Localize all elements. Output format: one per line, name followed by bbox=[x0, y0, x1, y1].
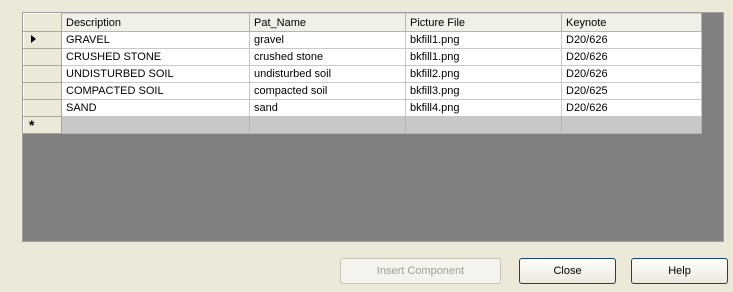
cell-picture-file[interactable]: bkfill2.png bbox=[405, 65, 562, 83]
row-header[interactable] bbox=[23, 99, 62, 117]
cell-picture-file[interactable]: bkfill4.png bbox=[405, 99, 562, 117]
cell-pat-name[interactable]: compacted soil bbox=[249, 82, 406, 100]
table-row[interactable]: GRAVEL gravel bkfill1.png D20/626 bbox=[23, 31, 702, 49]
cell-pat-name[interactable]: undisturbed soil bbox=[249, 65, 406, 83]
cell-picture-file[interactable]: bkfill1.png bbox=[405, 31, 562, 49]
cell-description[interactable]: SAND bbox=[61, 99, 250, 117]
cell-picture-file[interactable]: bkfill3.png bbox=[405, 82, 562, 100]
help-button[interactable]: Help bbox=[631, 258, 728, 284]
cell-pat-name[interactable] bbox=[249, 116, 406, 134]
cell-description[interactable]: COMPACTED SOIL bbox=[61, 82, 250, 100]
row-header[interactable]: * bbox=[23, 116, 62, 134]
cell-description[interactable]: GRAVEL bbox=[61, 31, 250, 49]
table-row[interactable]: COMPACTED SOIL compacted soil bkfill3.pn… bbox=[23, 82, 702, 100]
row-header[interactable] bbox=[23, 31, 62, 49]
cell-keynote[interactable]: D20/626 bbox=[561, 65, 702, 83]
table-row[interactable]: SAND sand bkfill4.png D20/626 bbox=[23, 99, 702, 117]
corner-header[interactable] bbox=[23, 13, 62, 32]
cell-pat-name[interactable]: sand bbox=[249, 99, 406, 117]
header-row: Description Pat_Name Picture File Keynot… bbox=[23, 13, 702, 32]
cell-description[interactable]: CRUSHED STONE bbox=[61, 48, 250, 66]
column-header-description[interactable]: Description bbox=[61, 13, 250, 32]
cell-keynote[interactable]: D20/626 bbox=[561, 31, 702, 49]
column-header-pat-name[interactable]: Pat_Name bbox=[249, 13, 406, 32]
data-grid[interactable]: Description Pat_Name Picture File Keynot… bbox=[22, 12, 724, 242]
cell-keynote[interactable]: D20/625 bbox=[561, 82, 702, 100]
new-row-asterisk-icon: * bbox=[29, 116, 35, 133]
cell-description[interactable] bbox=[61, 116, 250, 134]
new-row[interactable]: * bbox=[23, 116, 702, 134]
cell-keynote[interactable]: D20/626 bbox=[561, 99, 702, 117]
row-header[interactable] bbox=[23, 82, 62, 100]
table-row[interactable]: CRUSHED STONE crushed stone bkfill1.png … bbox=[23, 48, 702, 66]
insert-component-button[interactable]: Insert Component bbox=[340, 258, 501, 284]
cell-picture-file[interactable]: bkfill1.png bbox=[405, 48, 562, 66]
cell-description[interactable]: UNDISTURBED SOIL bbox=[61, 65, 250, 83]
grid-table: Description Pat_Name Picture File Keynot… bbox=[23, 13, 702, 134]
column-header-picture-file[interactable]: Picture File bbox=[405, 13, 562, 32]
current-row-arrow-icon bbox=[31, 35, 36, 43]
row-header[interactable] bbox=[23, 65, 62, 83]
cell-pat-name[interactable]: gravel bbox=[249, 31, 406, 49]
cell-pat-name[interactable]: crushed stone bbox=[249, 48, 406, 66]
cell-keynote[interactable] bbox=[561, 116, 702, 134]
row-header[interactable] bbox=[23, 48, 62, 66]
cell-keynote[interactable]: D20/626 bbox=[561, 48, 702, 66]
column-header-keynote[interactable]: Keynote bbox=[561, 13, 702, 32]
table-row[interactable]: UNDISTURBED SOIL undisturbed soil bkfill… bbox=[23, 65, 702, 83]
close-button[interactable]: Close bbox=[519, 258, 616, 284]
cell-picture-file[interactable] bbox=[405, 116, 562, 134]
